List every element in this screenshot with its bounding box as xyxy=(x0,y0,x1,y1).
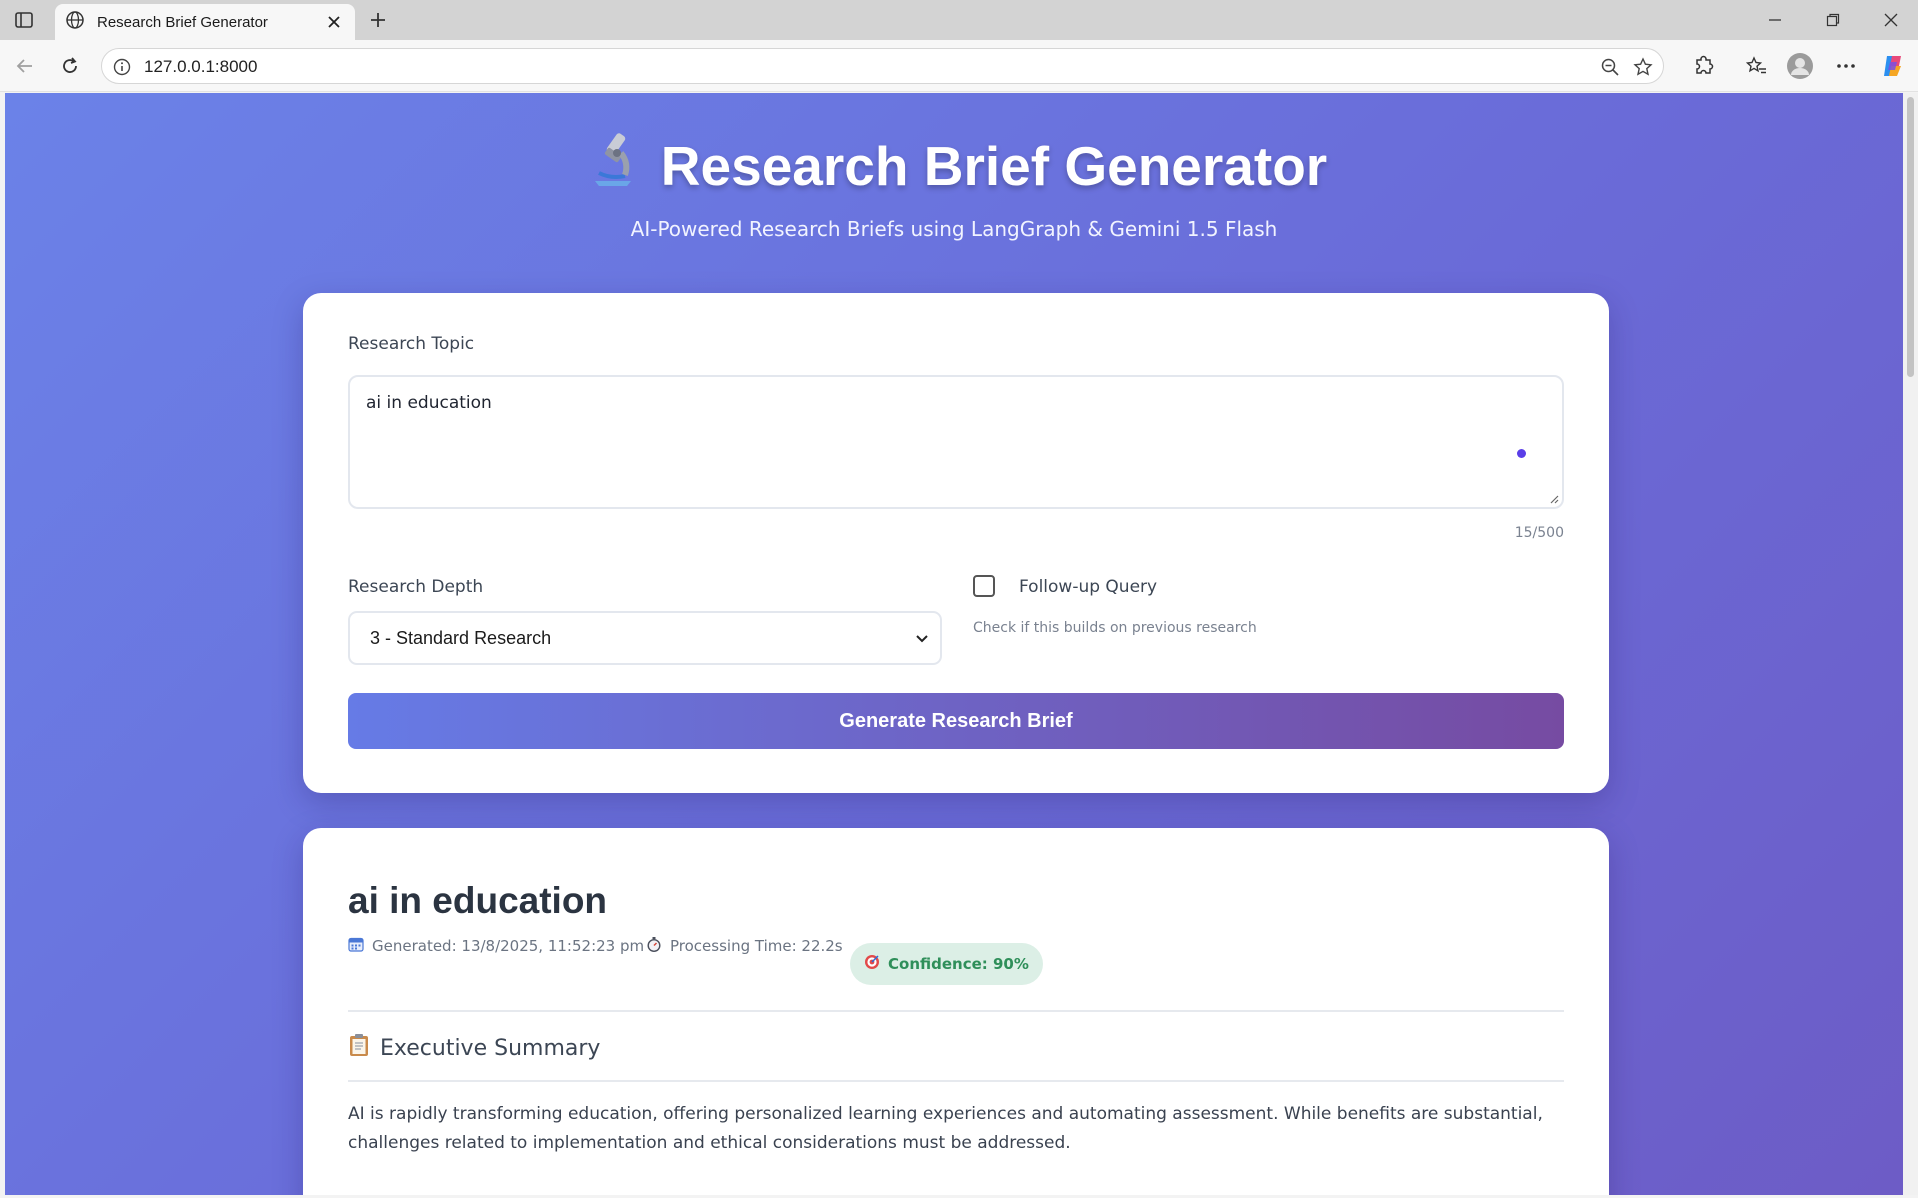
depth-select[interactable]: 3 - Standard Research xyxy=(348,611,942,665)
depth-label: Research Depth xyxy=(348,577,484,597)
profile-avatar-icon[interactable] xyxy=(1784,50,1816,82)
section-title-text: Executive Summary xyxy=(380,1035,601,1061)
followup-label[interactable]: Follow-up Query xyxy=(1019,577,1157,597)
depth-selected-value: 3 - Standard Research xyxy=(370,628,552,648)
more-options-icon[interactable] xyxy=(1830,50,1862,82)
topic-value: ai in education xyxy=(366,393,492,413)
executive-summary-text: AI is rapidly transforming education, of… xyxy=(348,1104,1543,1153)
result-title: ai in education xyxy=(348,880,608,921)
browser-tab[interactable]: Research Brief Generator xyxy=(55,4,355,40)
back-arrow-icon[interactable] xyxy=(9,50,41,82)
calendar-icon xyxy=(348,936,364,956)
target-icon xyxy=(864,954,880,974)
copilot-icon[interactable] xyxy=(1877,50,1909,82)
minimize-icon[interactable] xyxy=(1752,6,1798,34)
executive-summary-heading: Executive Summary xyxy=(348,1033,600,1063)
zoom-out-icon[interactable] xyxy=(1597,54,1623,80)
result-card: ai in education Generated: 13/8/2025, 11… xyxy=(303,828,1609,1195)
new-tab-icon[interactable] xyxy=(364,8,392,32)
browser-toolbar: 127.0.0.1:8000 xyxy=(0,40,1918,92)
address-bar[interactable]: 127.0.0.1:8000 xyxy=(101,48,1664,84)
meta-divider xyxy=(348,1010,1564,1012)
confidence-text: Confidence: 90% xyxy=(888,955,1029,973)
page-scrollbar[interactable] xyxy=(1903,93,1918,1195)
topic-textarea[interactable]: ai in education xyxy=(348,375,1564,509)
followup-checkbox[interactable] xyxy=(973,575,995,597)
section-divider xyxy=(348,1080,1564,1082)
processing-time-text: Processing Time: 22.2s xyxy=(670,937,843,955)
resize-grip-icon[interactable] xyxy=(1549,494,1559,504)
extensions-icon[interactable] xyxy=(1688,50,1720,82)
char-counter: 15/500 xyxy=(1514,525,1564,541)
globe-icon xyxy=(65,10,85,34)
grammar-indicator-icon[interactable] xyxy=(1517,449,1526,458)
followup-help-text: Check if this builds on previous researc… xyxy=(973,620,1257,636)
page-subtitle: AI-Powered Research Briefs using LangGra… xyxy=(630,217,1278,241)
research-form-card: Research Topic ai in education 15/500 Re… xyxy=(303,293,1609,793)
close-tab-icon[interactable] xyxy=(323,11,345,33)
page-title-text: Research Brief Generator xyxy=(660,134,1328,197)
favorite-star-icon[interactable] xyxy=(1630,54,1656,80)
chevron-down-icon xyxy=(914,631,930,647)
app-page: Research Brief Generator AI-Powered Rese… xyxy=(5,93,1903,1195)
processing-meta: Processing Time: 22.2s xyxy=(646,936,843,956)
clipboard-icon xyxy=(348,1033,370,1063)
close-window-icon[interactable] xyxy=(1868,6,1914,34)
url-text: 127.0.0.1:8000 xyxy=(144,57,258,76)
scrollbar-thumb[interactable] xyxy=(1907,97,1914,377)
page-title: Research Brief Generator xyxy=(5,129,1903,202)
browser-tab-bar: Research Brief Generator xyxy=(0,0,1918,40)
microscope-icon xyxy=(581,129,643,202)
generate-brief-button[interactable]: Generate Research Brief xyxy=(348,693,1564,749)
generated-meta: Generated: 13/8/2025, 11:52:23 pm xyxy=(348,936,644,956)
reload-icon[interactable] xyxy=(54,50,86,82)
restore-icon[interactable] xyxy=(1810,6,1856,34)
stopwatch-icon xyxy=(646,936,662,956)
confidence-badge: Confidence: 90% xyxy=(850,943,1043,985)
tab-title: Research Brief Generator xyxy=(97,13,268,31)
info-icon[interactable] xyxy=(112,57,132,77)
favorites-icon[interactable] xyxy=(1740,50,1772,82)
generated-text: Generated: 13/8/2025, 11:52:23 pm xyxy=(372,937,645,955)
tab-actions-icon[interactable] xyxy=(10,8,38,32)
topic-label: Research Topic xyxy=(348,334,475,354)
